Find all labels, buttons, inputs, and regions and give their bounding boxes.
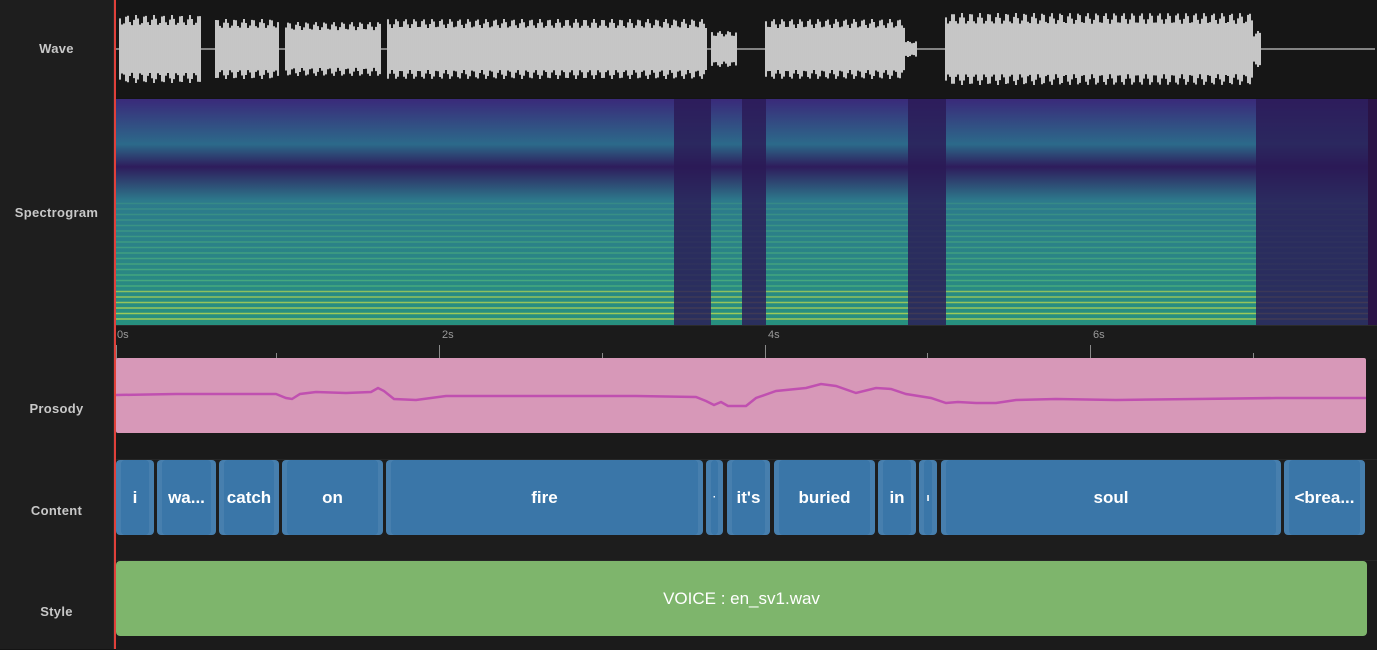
content-row-label: Content	[30, 503, 83, 518]
ruler-major-tick	[765, 345, 766, 359]
spectrogram-track[interactable]	[116, 99, 1377, 325]
word-block[interactable]: soul	[941, 460, 1281, 535]
playhead-cursor[interactable]	[114, 0, 116, 649]
word-block[interactable]: it's	[727, 460, 770, 535]
track-label-column: Wave Spectrogram Prosody Content Style	[0, 0, 114, 649]
ruler-label-4s: 4s	[768, 329, 780, 341]
spectrogram-row-label: Spectrogram	[14, 205, 99, 220]
word-block[interactable]: buried	[774, 460, 875, 535]
voice-style-block[interactable]: VOICE : en_sv1.wav	[116, 561, 1367, 636]
word-block[interactable]: in	[878, 460, 916, 535]
wave-row-label: Wave	[39, 41, 74, 56]
word-block[interactable]: wa...	[157, 460, 216, 535]
word-block[interactable]: catch	[219, 460, 279, 535]
ruler-major-tick	[439, 345, 440, 359]
pitch-curve	[115, 382, 1366, 408]
word-block[interactable]: ·	[706, 460, 723, 535]
word-block[interactable]: i	[116, 460, 154, 535]
waveform-path	[115, 13, 1375, 85]
ruler-label-6s: 6s	[1093, 329, 1105, 341]
spectrogram-silence-region	[742, 99, 766, 325]
waveform-track[interactable]	[115, 0, 1377, 98]
waveform	[115, 13, 1375, 85]
word-block[interactable]: fire	[386, 460, 703, 535]
spectrogram-silence-region	[908, 99, 946, 325]
ruler-label-2s: 2s	[442, 329, 454, 341]
spectrogram-image	[116, 99, 1368, 325]
time-ruler[interactable]: 0s 2s 4s 6s	[116, 325, 1377, 360]
ruler-major-tick	[116, 345, 117, 359]
word-block[interactable]: <brea...	[1284, 460, 1365, 535]
word-block[interactable]: on	[282, 460, 383, 535]
style-row-label: Style	[40, 604, 73, 619]
word-block[interactable]: ı	[919, 460, 937, 535]
ruler-major-tick	[1090, 345, 1091, 359]
spectrogram-silence-region	[1256, 99, 1368, 325]
prosody-row-label: Prosody	[29, 401, 84, 416]
prosody-curve-block[interactable]	[115, 358, 1366, 433]
spectrogram-silence-region	[674, 99, 711, 325]
ruler-label-0s: 0s	[117, 329, 129, 341]
